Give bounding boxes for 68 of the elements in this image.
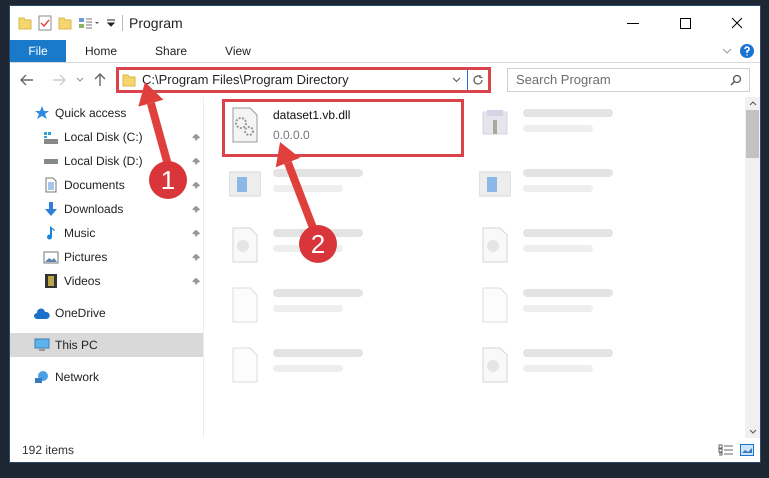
folder-icon: [122, 73, 136, 87]
sidebar-item[interactable]: Network: [55, 368, 100, 386]
scroll-up-icon[interactable]: [748, 101, 756, 106]
new-folder-icon[interactable]: [58, 16, 72, 30]
cloud-icon: [34, 308, 50, 318]
ribbon-tab[interactable]: View: [206, 40, 270, 62]
pin-icon[interactable]: [192, 132, 201, 142]
minimize-icon[interactable]: [627, 22, 639, 24]
picture-icon: [43, 250, 59, 264]
sidebar-item[interactable]: Pictures: [64, 248, 108, 266]
file-name: dataset1.vb.dll: [273, 107, 350, 124]
music-note-icon: [46, 226, 56, 240]
step-badge: [149, 161, 187, 199]
pin-icon[interactable]: [192, 252, 201, 262]
folder-icon[interactable]: [18, 16, 32, 30]
sidebar-item[interactable]: Local Disk (D:): [64, 152, 143, 170]
customize-toolbar-icon[interactable]: [106, 18, 116, 28]
step-number: 1: [160, 165, 176, 195]
drive-icon: [43, 130, 59, 144]
search-field[interactable]: Search Program: [507, 68, 750, 92]
ribbon-tab[interactable]: Share: [136, 40, 206, 62]
download-arrow-icon: [45, 202, 57, 216]
close-icon[interactable]: [731, 17, 743, 29]
sidebar-item[interactable]: This PC: [55, 336, 98, 354]
help-icon[interactable]: [740, 44, 754, 58]
pin-icon[interactable]: [192, 228, 201, 238]
star-icon: [34, 105, 50, 121]
scrollbar[interactable]: [745, 97, 760, 438]
sidebar-item[interactable]: Local Disk (C:): [64, 128, 143, 146]
pin-icon[interactable]: [192, 204, 201, 214]
expand-ribbon-icon[interactable]: [722, 48, 732, 54]
ribbon-tab[interactable]: File: [10, 40, 66, 62]
address-path: C:\Program Files\Program Directory: [142, 71, 349, 90]
view-icon[interactable]: [78, 16, 100, 30]
ribbon-tab[interactable]: Home: [66, 40, 136, 62]
pin-icon[interactable]: [192, 156, 201, 166]
address-dropdown-icon[interactable]: [452, 77, 461, 83]
sidebar-item[interactable]: Music: [64, 224, 96, 242]
scroll-down-icon[interactable]: [748, 429, 756, 434]
search-icon: [730, 74, 742, 86]
sidebar-item[interactable]: Videos: [64, 272, 100, 290]
sidebar-item[interactable]: Documents: [64, 176, 125, 194]
sidebar-item[interactable]: Quick access: [55, 104, 126, 122]
recent-caret-icon[interactable]: [76, 77, 84, 83]
maximize-icon[interactable]: [680, 18, 690, 28]
large-icons-view-icon[interactable]: [740, 444, 754, 456]
sidebar-item[interactable]: OneDrive: [55, 304, 106, 322]
forward-arrow-icon[interactable]: [52, 74, 66, 86]
properties-icon[interactable]: [38, 15, 52, 31]
up-arrow-icon[interactable]: [94, 73, 106, 87]
sidebar-item[interactable]: Downloads: [64, 200, 124, 218]
drive-icon: [43, 158, 59, 164]
document-icon: [45, 177, 57, 193]
pin-icon[interactable]: [192, 180, 201, 190]
step-badge: [299, 225, 337, 263]
scroll-thumb[interactable]: [746, 110, 759, 158]
window-title: Program: [129, 14, 183, 33]
file-detail: 0.0.0.0: [273, 127, 311, 144]
item-count: 192 items: [22, 442, 74, 459]
address-bar[interactable]: C:\Program Files\Program Directory: [116, 67, 491, 93]
details-view-icon[interactable]: [718, 444, 734, 456]
globe-icon: [34, 370, 50, 384]
pin-icon[interactable]: [192, 276, 201, 286]
back-arrow-icon[interactable]: [20, 74, 34, 86]
computer-icon: [34, 338, 50, 352]
step-number: 2: [310, 229, 326, 259]
film-icon: [45, 274, 57, 288]
refresh-icon[interactable]: [472, 74, 484, 86]
